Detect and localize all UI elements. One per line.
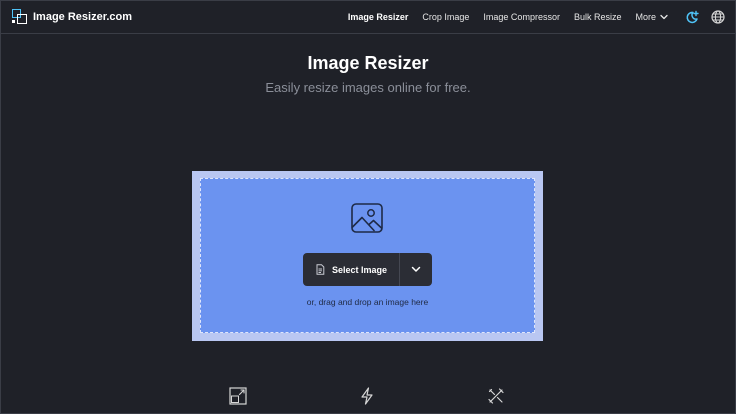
- brand-name: Image Resizer.com: [33, 10, 133, 23]
- globe-icon[interactable]: [710, 9, 726, 25]
- tools-icon: [488, 388, 504, 404]
- nav-item-image-resizer[interactable]: Image Resizer: [348, 12, 409, 22]
- main-nav: Image Resizer Crop Image Image Compresso…: [334, 0, 668, 34]
- theme-toggle-icon[interactable]: [684, 9, 700, 25]
- brand-link[interactable]: Image Resizer.com: [12, 9, 132, 24]
- chevron-down-icon: [660, 14, 668, 20]
- page-subtitle: Easily resize images online for free.: [265, 80, 471, 95]
- select-image-label: Select Image: [331, 264, 388, 275]
- select-image-group: Select Image: [303, 253, 432, 286]
- upload-options-dropdown[interactable]: [400, 253, 432, 286]
- top-navbar: Image Resizer.com Image Resizer Crop Ima…: [0, 0, 736, 34]
- drag-drop-hint: or, drag and drop an image here: [306, 297, 429, 307]
- nav-item-crop-image[interactable]: Crop Image: [422, 12, 469, 22]
- chevron-down-icon: [411, 266, 421, 272]
- logo-icon: [12, 9, 27, 24]
- page-title: Image Resizer: [307, 53, 429, 73]
- nav-item-bulk-resize[interactable]: Bulk Resize: [574, 12, 622, 22]
- file-icon: [316, 264, 325, 275]
- select-image-button[interactable]: Select Image: [303, 253, 399, 286]
- lightning-icon: [361, 387, 373, 405]
- image-placeholder-icon: [351, 203, 383, 233]
- nav-item-image-compressor[interactable]: Image Compressor: [483, 12, 560, 22]
- nav-more-dropdown[interactable]: More: [635, 12, 668, 22]
- nav-more-label: More: [635, 12, 656, 22]
- resize-icon: [229, 387, 247, 405]
